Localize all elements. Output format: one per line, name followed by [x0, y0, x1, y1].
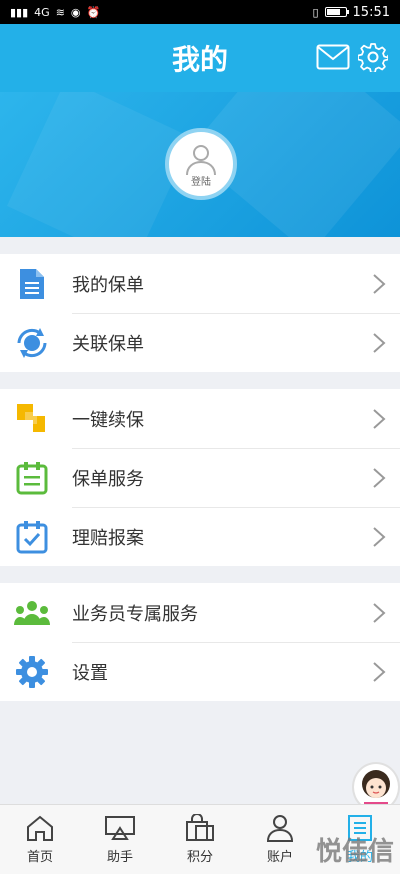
home-icon	[27, 815, 53, 841]
gear-icon[interactable]	[358, 42, 388, 72]
menu-item-policy-service[interactable]: 保单服务	[0, 448, 400, 507]
cast-icon	[105, 816, 135, 840]
menu-item-my-policies[interactable]: 我的保单	[0, 254, 400, 313]
chevron-right-icon	[373, 526, 386, 547]
menu-item-label: 一键续保	[72, 409, 144, 431]
tab-label: 账户	[266, 850, 293, 865]
tab-label: 首页	[26, 850, 53, 865]
menu-item-renewal[interactable]: 一键续保	[0, 389, 400, 448]
menu-item-label: 保单服务	[72, 468, 144, 490]
chevron-right-icon	[373, 602, 386, 623]
document-icon	[14, 266, 50, 302]
menu-item-label: 理赔报案	[72, 527, 144, 549]
user-avatar-icon	[186, 144, 216, 175]
battery-icon	[324, 7, 349, 17]
chevron-right-icon	[373, 467, 386, 488]
alarm-icon: ⏰	[86, 5, 101, 19]
signal-icon: ▮▮▮	[10, 5, 29, 19]
vibrate-icon: ▯	[312, 5, 319, 19]
menu-item-settings[interactable]: 设置	[0, 642, 400, 701]
menu-group-other: 业务员专属服务 设置	[0, 583, 400, 701]
menu-item-label: 设置	[72, 662, 108, 684]
tab-account[interactable]: 账户	[240, 805, 320, 874]
chevron-right-icon	[373, 661, 386, 682]
mail-icon[interactable]	[316, 44, 350, 70]
menu-item-label: 我的保单	[72, 274, 144, 296]
tab-assistant[interactable]: 助手	[80, 805, 160, 874]
chevron-right-icon	[373, 408, 386, 429]
menu-item-agent-service[interactable]: 业务员专属服务	[0, 583, 400, 642]
sync-icon	[14, 325, 50, 361]
login-label: 登陆	[191, 176, 211, 188]
page-title: 我的	[171, 43, 228, 76]
profile-banner: 登陆	[0, 92, 400, 237]
menu-item-label: 业务员专属服务	[72, 603, 198, 625]
menu-item-linked-policies[interactable]: 关联保单	[0, 313, 400, 372]
menu-item-label: 关联保单	[72, 333, 144, 355]
tab-home[interactable]: 首页	[0, 805, 80, 874]
user-icon	[266, 815, 294, 842]
menu-group-policies: 我的保单 关联保单	[0, 254, 400, 372]
avatar-login-button[interactable]: 登陆	[165, 128, 237, 200]
watermark: 悦佳信	[315, 837, 394, 867]
menu-group-services: 一键续保 保单服务 理赔报案	[0, 389, 400, 566]
eye-icon: ◉	[70, 5, 81, 19]
clipboard-icon	[14, 460, 50, 496]
puzzle-icon	[14, 401, 50, 437]
network-indicator: 4G	[34, 5, 50, 19]
wifi-icon: ≋	[55, 5, 65, 19]
people-icon	[14, 595, 50, 631]
chevron-right-icon	[373, 273, 386, 294]
tab-points[interactable]: 积分	[160, 805, 240, 874]
menu-item-claim-report[interactable]: 理赔报案	[0, 507, 400, 566]
clock: 15:51	[352, 4, 390, 20]
tab-label: 助手	[106, 850, 133, 865]
tab-label: 积分	[186, 850, 213, 865]
settings-gear-icon	[14, 654, 50, 690]
top-header: 我的	[0, 24, 400, 92]
calendar-check-icon	[14, 519, 50, 555]
status-bar: ▮▮▮ 4G ≋ ◉ ⏰ ▯ 15:51	[0, 0, 400, 24]
shopping-bag-icon	[186, 814, 214, 841]
chevron-right-icon	[373, 332, 386, 353]
